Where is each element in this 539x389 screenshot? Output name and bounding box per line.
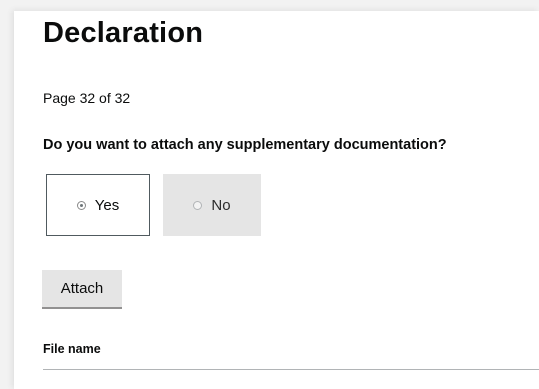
page-title: Declaration <box>43 17 204 49</box>
radio-label-no: No <box>211 196 231 214</box>
radio-unselected-icon[interactable] <box>193 200 203 210</box>
question-label: Do you want to attach any supplementary … <box>43 137 447 153</box>
radio-selected-icon[interactable] <box>76 200 86 210</box>
radio-option-no[interactable]: No <box>163 174 261 236</box>
form-panel: Declaration Page 32 of 32 Do you want to… <box>14 11 539 389</box>
column-header-file-name: File name <box>43 341 539 370</box>
radio-option-yes[interactable]: Yes <box>46 174 150 236</box>
files-table: File name <box>43 341 539 370</box>
radio-label-yes: Yes <box>94 196 120 214</box>
attach-button[interactable]: Attach <box>42 270 122 309</box>
page-counter: Page 32 of 32 <box>43 90 131 106</box>
